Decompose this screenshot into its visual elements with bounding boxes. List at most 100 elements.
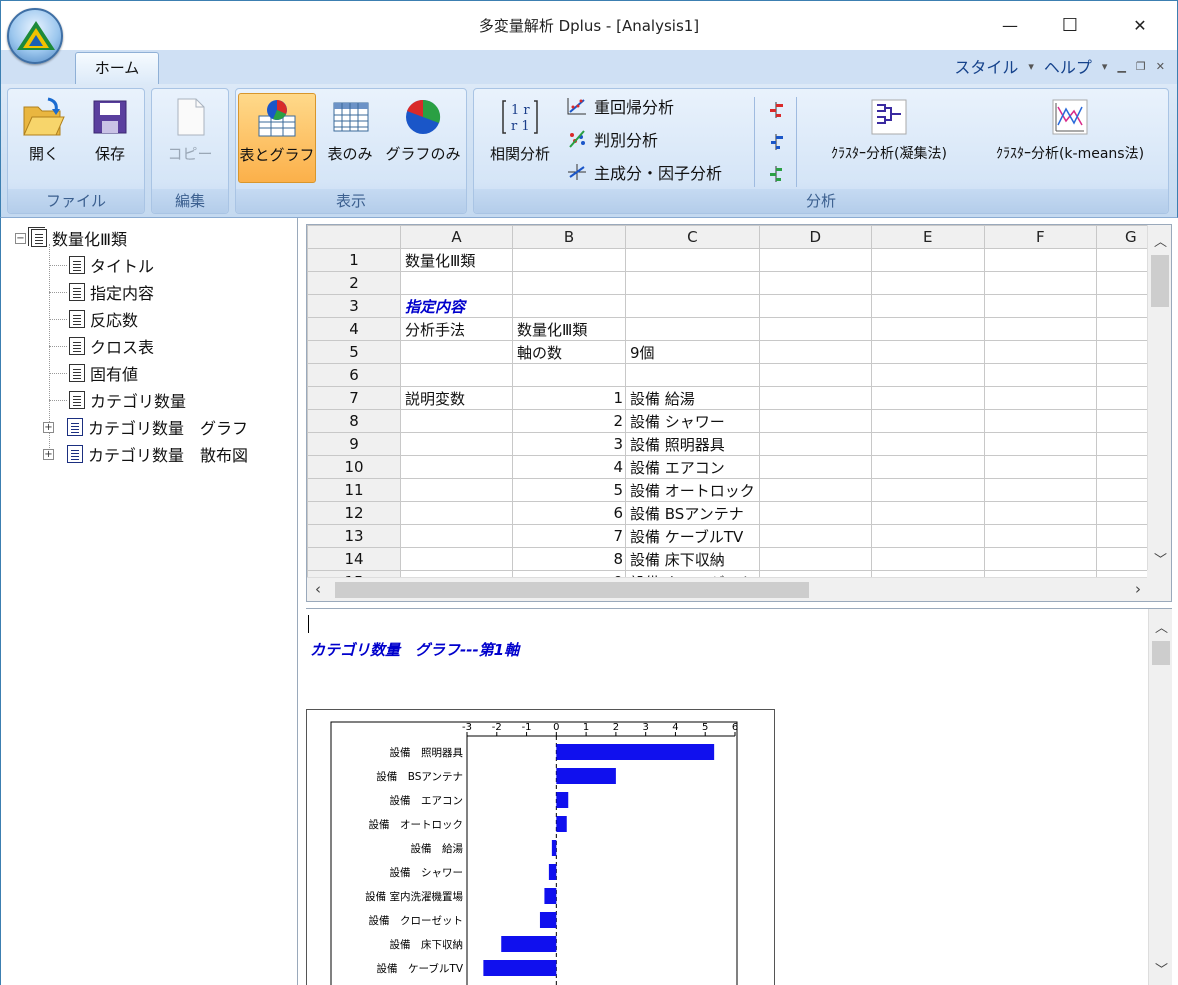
corner-cell[interactable] [307,225,401,249]
mdi-minimize-icon[interactable]: ▁ [1117,60,1125,73]
quantification-2-button[interactable] [766,129,786,155]
table-row[interactable]: 5 軸の数 9個 [307,340,1166,364]
cell-empty[interactable] [983,363,1097,387]
graph-only-button[interactable]: グラフのみ [382,93,464,183]
cell-c[interactable] [625,317,760,341]
tree-item-category-score[interactable]: カテゴリ数量 [69,388,186,412]
style-menu[interactable]: スタイル [954,54,1018,78]
tree-item-specification[interactable]: 指定内容 [69,280,154,304]
scroll-down-icon[interactable]: ﹀ [1154,549,1167,568]
cell-a[interactable]: 説明変数 [400,386,513,410]
cell-b[interactable]: 3 [512,432,626,456]
table-row[interactable]: 13 7 設備 ケーブルTV [307,524,1166,548]
cell-empty[interactable] [983,340,1097,364]
sheet-vertical-scrollbar[interactable]: ︿ ﹀ [1147,225,1171,572]
table-row[interactable]: 2 [307,271,1166,295]
cell-empty[interactable] [870,501,985,525]
column-header[interactable]: F [983,225,1097,249]
cell-b[interactable] [512,271,626,295]
spreadsheet[interactable]: A B C D E F G 1 数量化Ⅲ類 2 3 指定内容 4 分析手法 数量化Ⅲ類 5 軸の数… [306,224,1172,602]
cell-b[interactable]: 4 [512,455,626,479]
cell-empty[interactable] [983,501,1097,525]
cell-empty[interactable] [870,294,985,318]
cell-empty[interactable] [758,271,872,295]
cell-b[interactable]: 7 [512,524,626,548]
row-header[interactable]: 12 [307,501,401,525]
correlation-button[interactable]: 1 r r 1 相関分析 [478,93,562,183]
cell-a[interactable]: 分析手法 [400,317,513,341]
cell-c[interactable]: 設備 ケーブルTV [625,524,760,548]
cell-c[interactable]: 設備 床下収納 [625,547,760,571]
quantification-3-button[interactable] [766,161,786,187]
cell-empty[interactable] [983,386,1097,410]
cell-b[interactable] [512,363,626,387]
cell-empty[interactable] [983,455,1097,479]
cell-b[interactable] [512,294,626,318]
cell-b[interactable]: 5 [512,478,626,502]
cell-empty[interactable] [758,432,872,456]
cell-empty[interactable] [758,409,872,433]
tree-item-category-graph[interactable]: + カテゴリ数量 グラフ [43,415,248,439]
close-button[interactable]: ✕ [1125,11,1155,39]
cell-a[interactable] [400,340,513,364]
table-row[interactable]: 1 数量化Ⅲ類 [307,248,1166,272]
cell-c[interactable] [625,294,760,318]
cell-a[interactable]: 指定内容 [400,294,513,318]
cell-empty[interactable] [870,271,985,295]
table-row[interactable]: 9 3 設備 照明器具 [307,432,1166,456]
cell-empty[interactable] [758,340,872,364]
row-header[interactable]: 4 [307,317,401,341]
cell-empty[interactable] [758,248,872,272]
cell-empty[interactable] [983,248,1097,272]
cell-empty[interactable] [870,524,985,548]
horizontal-scroll-thumb[interactable] [335,582,809,598]
cell-c[interactable]: 設備 BSアンテナ [625,501,760,525]
cell-b[interactable]: 2 [512,409,626,433]
cell-empty[interactable] [758,501,872,525]
cell-empty[interactable] [870,432,985,456]
style-dropdown-icon[interactable]: ▾ [1028,60,1034,73]
maximize-button[interactable]: ☐ [1055,11,1085,39]
multiple-regression-button[interactable]: 重回帰分析 [566,93,674,119]
table-row[interactable]: 10 4 設備 エアコン [307,455,1166,479]
row-header[interactable]: 2 [307,271,401,295]
cell-a[interactable] [400,363,513,387]
table-row[interactable]: 12 6 設備 BSアンテナ [307,501,1166,525]
row-header[interactable]: 7 [307,386,401,410]
cell-empty[interactable] [758,317,872,341]
cell-empty[interactable] [983,294,1097,318]
discriminant-button[interactable]: 判別分析 [566,126,658,152]
table-row[interactable]: 8 2 設備 シャワー [307,409,1166,433]
cell-a[interactable] [400,524,513,548]
table-row[interactable]: 11 5 設備 オートロック [307,478,1166,502]
cell-empty[interactable] [983,432,1097,456]
cell-empty[interactable] [758,478,872,502]
sheet-horizontal-scrollbar[interactable]: ‹ › [307,577,1149,601]
cell-c[interactable]: 設備 エアコン [625,455,760,479]
app-logo-icon[interactable] [7,8,63,64]
cell-empty[interactable] [870,455,985,479]
cell-b[interactable] [512,248,626,272]
cell-empty[interactable] [758,524,872,548]
tab-home[interactable]: ホーム [75,52,159,85]
copy-button[interactable]: コピー [158,93,222,183]
cell-a[interactable]: 数量化Ⅲ類 [400,248,513,272]
cell-empty[interactable] [983,478,1097,502]
tree-item-title[interactable]: タイトル [69,253,154,277]
column-header[interactable]: C [625,225,760,249]
cell-empty[interactable] [870,478,985,502]
expand-icon[interactable]: + [43,448,54,460]
row-header[interactable]: 6 [307,363,401,387]
row-header[interactable]: 13 [307,524,401,548]
cell-a[interactable] [400,409,513,433]
cell-empty[interactable] [983,317,1097,341]
cell-empty[interactable] [870,317,985,341]
table-and-graph-button[interactable]: 表とグラフ [238,93,316,183]
scroll-up-icon[interactable]: ︿ [1154,231,1167,250]
column-header[interactable]: D [758,225,872,249]
row-header[interactable]: 11 [307,478,401,502]
cell-c[interactable]: 設備 給湯 [625,386,760,410]
table-row[interactable]: 3 指定内容 [307,294,1166,318]
cell-c[interactable]: 設備 オートロック [625,478,760,502]
scroll-up-icon[interactable]: ︿ [1155,617,1168,636]
